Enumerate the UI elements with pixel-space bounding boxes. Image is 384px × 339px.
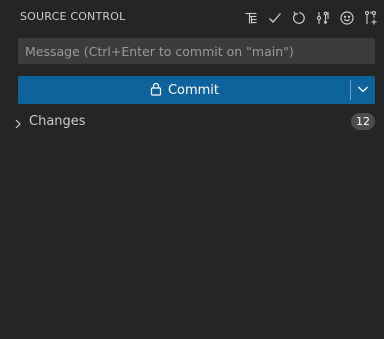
commit-action-row: Commit [18, 76, 375, 104]
refresh-button[interactable] [288, 7, 310, 29]
git-branch-icon [315, 10, 331, 26]
changes-count-badge: 12 [351, 113, 375, 130]
chevron-down-icon [356, 81, 370, 100]
chevron-right-icon [12, 115, 24, 134]
commit-check-button[interactable] [264, 7, 286, 29]
create-pull-request-button[interactable] [360, 7, 382, 29]
smiley-button[interactable] [336, 7, 358, 29]
smiley-icon [339, 10, 355, 26]
lock-icon [149, 81, 163, 100]
commit-message-input[interactable] [19, 39, 374, 63]
changes-group-label: Changes [29, 114, 86, 129]
panel-title: SOURCE CONTROL [20, 10, 126, 23]
commit-message-box [18, 38, 375, 64]
pull-request-create-icon [363, 10, 379, 26]
commit-button[interactable]: Commit [18, 76, 350, 104]
panel-header: SOURCE CONTROL [0, 0, 384, 35]
refresh-icon [291, 10, 307, 26]
view-as-tree-icon [243, 10, 259, 26]
changes-group-header[interactable]: Changes 12 [0, 110, 384, 132]
branch-compare-button[interactable] [312, 7, 334, 29]
check-icon [267, 10, 283, 26]
view-as-tree-button[interactable] [240, 7, 262, 29]
commit-options-dropdown[interactable] [351, 76, 375, 104]
panel-toolbar [238, 7, 382, 29]
commit-button-label: Commit [167, 82, 220, 98]
